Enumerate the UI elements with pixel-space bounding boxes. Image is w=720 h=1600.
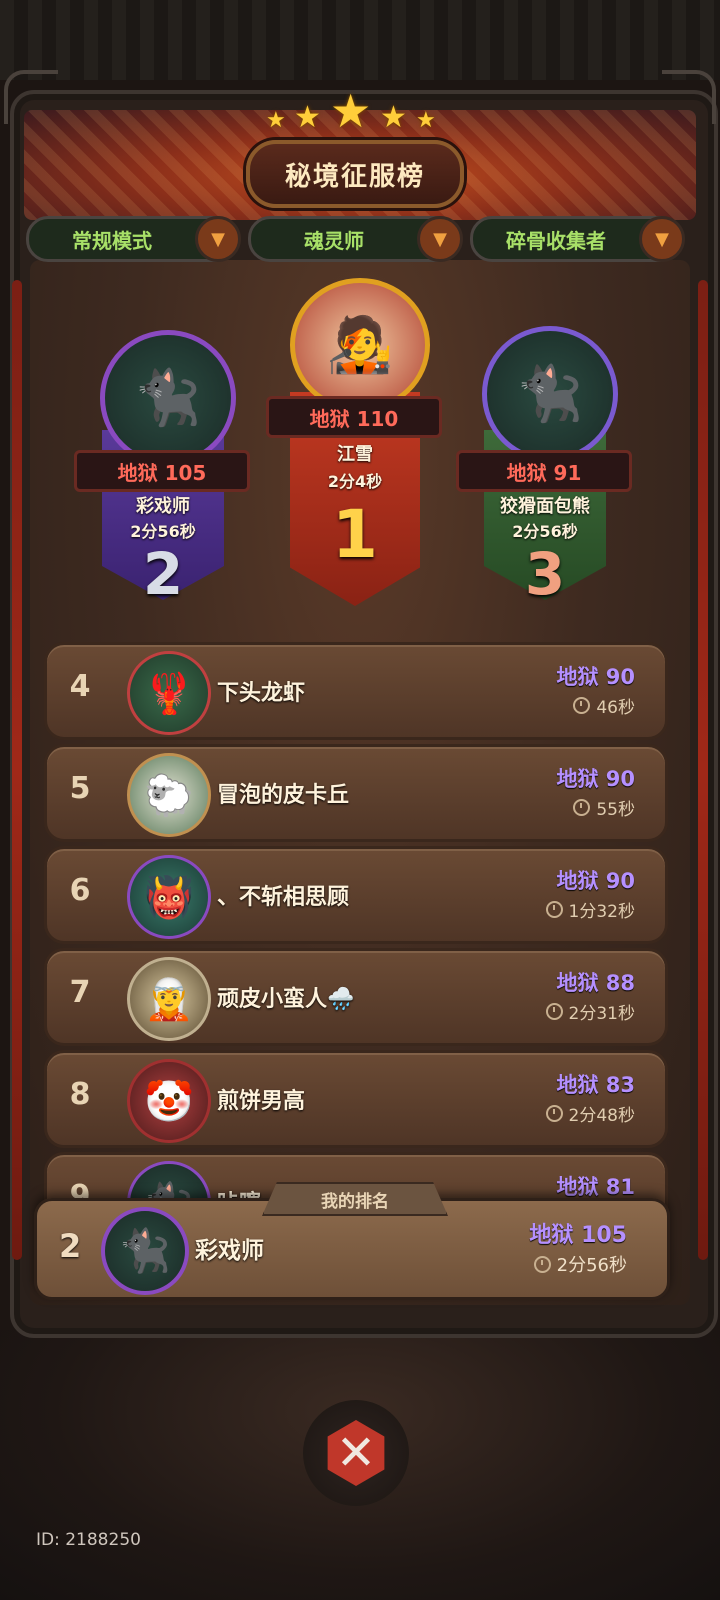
player-avatar: 👹 <box>127 855 211 939</box>
clock-icon <box>545 1105 563 1122</box>
podium-name: 彩戏师 <box>136 496 190 517</box>
rating-stars: ★ ★ ★ ★ ★ <box>266 84 446 140</box>
close-icon[interactable]: ✕ <box>327 1420 385 1486</box>
ranking-row[interactable]: 8 🤡 煎饼男高 地狱 83 2分48秒 <box>44 1050 668 1148</box>
star-icon: ★ <box>266 108 286 133</box>
player-avatar: 🐑 <box>127 753 211 837</box>
podium-score: 地狱 91 <box>456 450 632 492</box>
ranking-row[interactable]: 5 🐑 冒泡的皮卡丘 地狱 90 55秒 <box>44 744 668 842</box>
row-rank: 4 <box>69 669 91 704</box>
row-time: 55秒 <box>573 795 635 820</box>
star-icon: ★ <box>416 108 436 133</box>
star-icon: ★ <box>330 84 372 138</box>
left-rail <box>12 280 22 1260</box>
row-time-text: 55秒 <box>596 800 635 820</box>
player-avatar: 🐈‍⬛ <box>482 326 618 462</box>
my-rank-score: 地狱 105 <box>529 1223 627 1248</box>
player-avatar: 🐈‍⬛ <box>101 1207 189 1295</box>
clock-icon <box>573 799 591 816</box>
mode-dropdown-label: 常规模式 <box>72 228 152 253</box>
row-rank: 5 <box>69 771 91 806</box>
podium-time: 2分4秒 <box>327 472 383 491</box>
row-rank: 6 <box>69 873 91 908</box>
podium-third[interactable]: 🐈‍⬛ 地狱 91 狡猾面包熊 2分56秒 3 <box>456 320 632 610</box>
class-dropdown[interactable]: 魂灵师 ▼ <box>248 216 463 262</box>
page-title: 秘境征服榜 <box>246 140 464 208</box>
podium-rank: 3 <box>524 540 566 608</box>
row-name: 下头龙虾 <box>217 681 306 706</box>
player-id: ID: 2188250 <box>36 1530 141 1550</box>
build-dropdown-label: 碎骨收集者 <box>506 228 606 253</box>
row-score: 地狱 88 <box>556 971 635 995</box>
podium-second[interactable]: 🐈‍⬛ 地狱 105 彩戏师 2分56秒 2 <box>74 320 250 610</box>
row-name: 煎饼男高 <box>217 1089 306 1114</box>
podium-rank: 1 <box>332 496 378 573</box>
dropdown-arrow-icon[interactable]: ▼ <box>195 216 241 262</box>
row-time-text: 2分31秒 <box>568 1004 635 1024</box>
star-icon: ★ <box>294 100 321 135</box>
row-name: 顽皮小蛮人🌧️ <box>217 987 355 1012</box>
podium-score: 地狱 110 <box>266 396 442 438</box>
row-time-text: 1分32秒 <box>568 902 635 922</box>
podium-time: 2分56秒 <box>130 522 196 541</box>
ranking-row[interactable]: 6 👹 、不斩相思顾 地狱 90 1分32秒 <box>44 846 668 944</box>
row-time: 46秒 <box>573 693 635 718</box>
close-button[interactable]: ✕ <box>303 1400 409 1506</box>
row-score: 地狱 83 <box>556 1073 635 1097</box>
clock-icon <box>533 1255 551 1273</box>
my-rank-name: 彩戏师 <box>195 1238 264 1264</box>
row-time-text: 2分48秒 <box>568 1106 635 1126</box>
podium-score: 地狱 105 <box>74 450 250 492</box>
player-avatar: 🦞 <box>127 651 211 735</box>
clock-icon <box>573 697 591 714</box>
row-name: 冒泡的皮卡丘 <box>217 783 350 808</box>
row-rank: 8 <box>69 1077 91 1112</box>
podium-name: 江雪 <box>337 444 373 465</box>
row-score: 地狱 90 <box>556 665 635 689</box>
podium-rank: 2 <box>142 540 184 608</box>
podium-first[interactable]: 🧑‍🎤 地狱 110 江雪 2分4秒 1 <box>266 272 442 612</box>
ranking-row[interactable]: 4 🦞 下头龙虾 地狱 90 46秒 <box>44 642 668 740</box>
my-rank-tab: 我的排名 <box>262 1182 448 1216</box>
row-score: 地狱 81 <box>556 1175 635 1199</box>
ranking-row[interactable]: 7 🧝 顽皮小蛮人🌧️ 地狱 88 2分31秒 <box>44 948 668 1046</box>
player-avatar: 🐈‍⬛ <box>100 330 236 466</box>
clock-icon <box>545 1003 563 1020</box>
row-score: 地狱 90 <box>556 767 635 791</box>
clock-icon <box>545 901 563 918</box>
mode-dropdown[interactable]: 常规模式 ▼ <box>26 216 241 262</box>
row-name: 、不斩相思顾 <box>217 885 350 910</box>
build-dropdown[interactable]: 碎骨收集者 ▼ <box>470 216 685 262</box>
player-avatar: 🧑‍🎤 <box>290 278 430 412</box>
right-rail <box>698 280 708 1260</box>
row-time-text: 46秒 <box>596 698 635 718</box>
class-dropdown-label: 魂灵师 <box>304 228 364 253</box>
player-avatar: 🤡 <box>127 1059 211 1143</box>
player-avatar: 🧝 <box>127 957 211 1041</box>
row-time: 1分32秒 <box>545 897 635 922</box>
my-rank-time: 2分56秒 <box>533 1251 627 1277</box>
row-score: 地狱 90 <box>556 869 635 893</box>
dropdown-arrow-icon[interactable]: ▼ <box>639 216 685 262</box>
row-time: 2分31秒 <box>545 999 635 1024</box>
row-rank: 7 <box>69 975 91 1010</box>
star-icon: ★ <box>380 100 407 135</box>
row-time: 2分48秒 <box>545 1101 635 1126</box>
dropdown-arrow-icon[interactable]: ▼ <box>417 216 463 262</box>
podium-name: 狡猾面包熊 <box>500 496 590 517</box>
podium-time: 2分56秒 <box>512 522 578 541</box>
my-rank-time-text: 2分56秒 <box>556 1255 627 1276</box>
my-rank-number: 2 <box>59 1227 82 1265</box>
top-background <box>0 0 720 80</box>
